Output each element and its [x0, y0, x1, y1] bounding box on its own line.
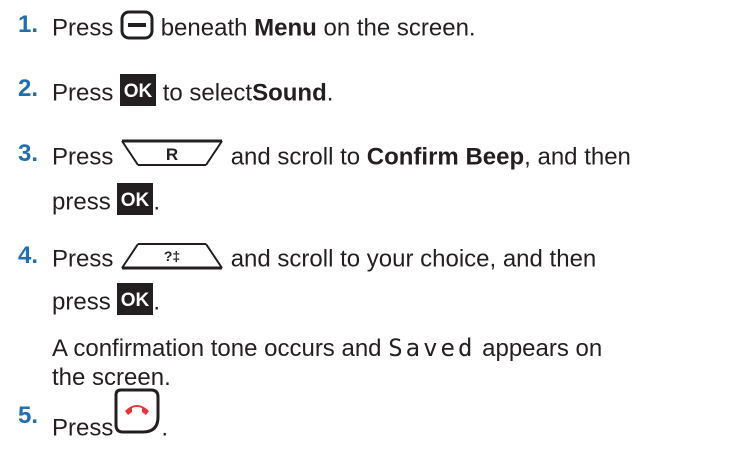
step-number: 5.: [18, 402, 39, 429]
svg-text:R: R: [166, 145, 178, 164]
step-text-part: and scroll to your choice, and then: [230, 245, 597, 273]
step-text-line2: press OK .: [52, 183, 160, 223]
svg-text:OK: OK: [124, 81, 153, 102]
step-bold-term: Menu: [254, 14, 317, 42]
step-text-part: .: [161, 414, 169, 442]
confirmation-note: A confirmation tone occurs and Saved app…: [52, 333, 602, 364]
step-text: Press R and scroll to Confirm Beep, and …: [52, 139, 631, 177]
step-text-part: .: [326, 79, 334, 107]
step-bold-term: Confirm Beep: [366, 143, 525, 171]
ok-key-icon: OK: [117, 183, 154, 223]
step-verb: press: [52, 188, 111, 216]
step-text-line2: press OK .: [52, 283, 160, 323]
svg-text:?‡: ?‡: [164, 248, 180, 264]
step-verb: press: [52, 288, 111, 316]
step-text-part: to select: [162, 79, 253, 107]
note-text: appears on: [482, 335, 603, 362]
step-number: 4.: [18, 242, 39, 269]
svg-text:OK: OK: [121, 290, 150, 311]
step-verb: Press: [52, 79, 114, 107]
menu-softkey-icon: [120, 10, 154, 48]
note-text: A confirmation tone occurs and: [52, 335, 382, 362]
svg-text:OK: OK: [121, 190, 150, 211]
step-text-part: .: [153, 188, 161, 216]
step-number: 2.: [18, 75, 39, 102]
step-text-part: .: [153, 288, 161, 316]
step-verb: Press: [52, 245, 114, 273]
step-verb: Press: [52, 143, 114, 171]
step-verb: Press: [52, 414, 114, 442]
step-number: 1.: [18, 11, 39, 38]
step-text: Press OK to selectSound.: [52, 74, 333, 114]
end-call-key-icon: [113, 387, 161, 443]
step-number: 3.: [18, 140, 39, 167]
redial-key-icon: R: [120, 139, 224, 177]
step-text: Press beneath Menu on the screen.: [52, 10, 476, 48]
step-text-part: on the screen.: [323, 14, 476, 42]
ok-key-icon: OK: [117, 283, 154, 323]
step-text-part: and scroll to: [230, 143, 361, 171]
step-text-part: , and then: [524, 143, 631, 171]
display-saved-text: Saved: [388, 334, 476, 362]
step-text-part: beneath: [160, 14, 248, 42]
ok-key-icon: OK: [120, 74, 157, 114]
directory-key-icon: ?‡: [120, 241, 224, 279]
step-verb: Press: [52, 14, 114, 42]
step-bold-term: Sound: [252, 79, 327, 107]
step-text: Press ?‡ and scroll to your choice, and …: [52, 241, 596, 279]
